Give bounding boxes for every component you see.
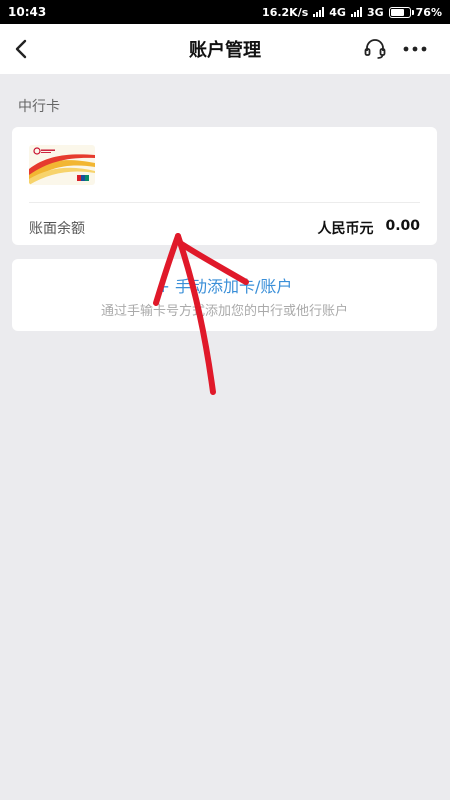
chevron-left-icon[interactable] [10,36,36,62]
battery-icon [388,6,414,18]
network-speed: 16.2K/s [262,5,309,19]
signal-icon [313,7,325,17]
page-title: 账户管理 [189,40,261,61]
network-type-2: 3G [366,5,384,19]
signal-icon-2 [350,7,362,17]
balance-amount: 0.00 [385,218,420,234]
add-account-button[interactable]: + 手动添加卡/账户 通过手输卡号方式添加您的中行或他行账户 [12,259,437,331]
balance-label: 账面余额 [29,221,85,237]
more-dots-icon[interactable] [402,36,428,62]
account-card[interactable]: 账面余额 人民币元 0.00 [12,127,437,245]
card-divider [29,202,420,203]
red-arrow-annotation [153,233,249,395]
nav-bar: 账户管理 [0,24,450,74]
status-bar: 10:43 16.2K/s 4G 3G 76% [0,0,450,24]
balance-value: 人民币元 0.00 [317,218,420,238]
bank-card-image [29,145,95,185]
status-time: 10:43 [8,5,47,19]
add-account-title: + 手动添加卡/账户 [156,277,293,296]
headset-icon[interactable] [362,36,388,62]
currency-label: 人民币元 [317,221,374,237]
add-account-subtitle: 通过手输卡号方式添加您的中行或他行账户 [100,304,348,319]
battery-percent: 76% [415,5,442,19]
status-right: 16.2K/s 4G 3G 76% [262,6,442,19]
network-type-1: 4G [329,5,346,19]
section-label: 中行卡 [18,99,60,115]
